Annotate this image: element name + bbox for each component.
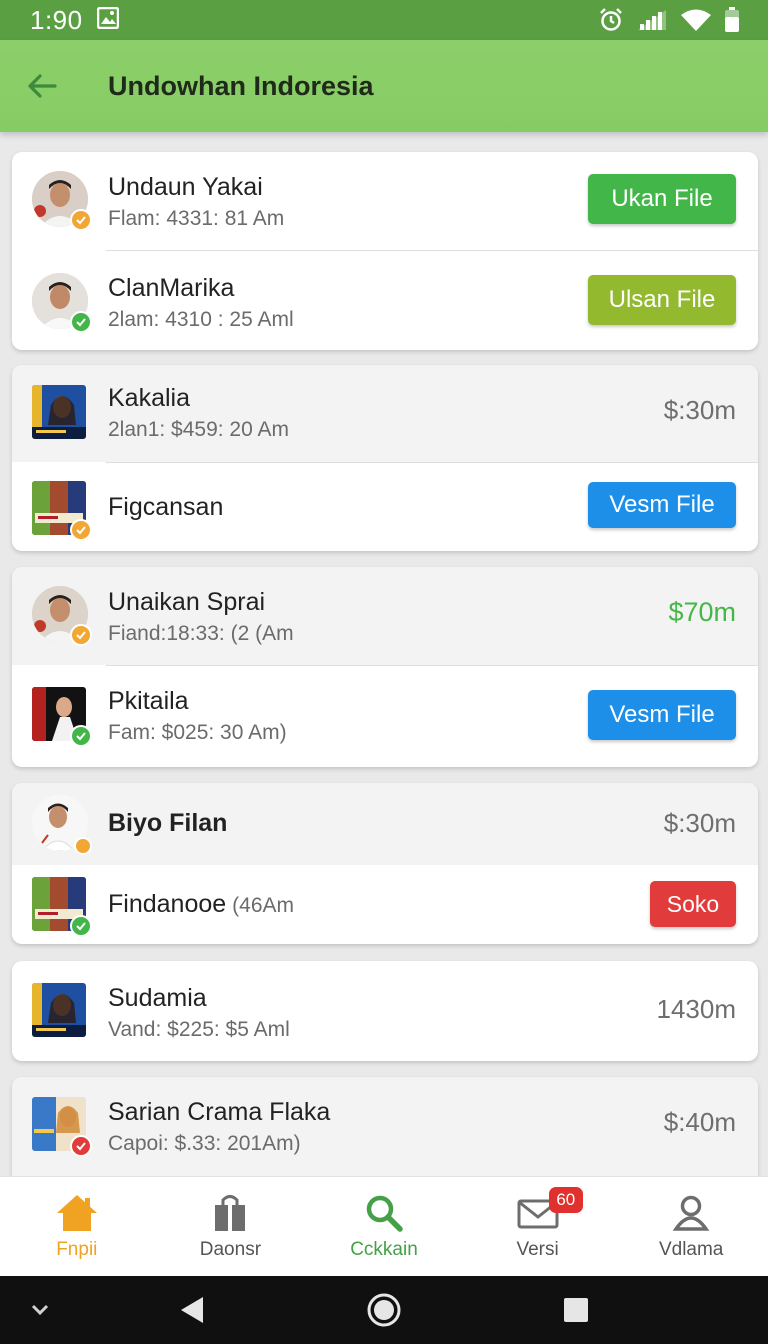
list-item[interactable]: Sarian Crama Flaka Capoi: $.33: 201Am) $… bbox=[12, 1077, 758, 1176]
avatar bbox=[32, 273, 92, 333]
nav-item-search[interactable]: Cckkain bbox=[307, 1177, 461, 1276]
back-arrow-icon bbox=[28, 74, 57, 98]
system-back-button[interactable] bbox=[170, 1276, 214, 1344]
user-icon bbox=[672, 1195, 710, 1231]
status-badge bbox=[70, 311, 92, 333]
item-subtitle: 2lam: 4310 : 25 Aml bbox=[108, 308, 294, 331]
alarm-icon bbox=[598, 7, 624, 33]
home-icon bbox=[56, 1195, 97, 1231]
item-subtitle: Fam: $025: 30 Am) bbox=[108, 721, 287, 744]
list-card: Undaun Yakai Flam: 4331: 81 Am Ukan File… bbox=[12, 152, 758, 350]
triangle-back-icon bbox=[181, 1297, 203, 1323]
item-price: $:40m bbox=[663, 1107, 736, 1137]
item-price: $:30m bbox=[663, 395, 736, 425]
file-list[interactable]: Undaun Yakai Flam: 4331: 81 Am Ukan File… bbox=[0, 132, 768, 1176]
back-button[interactable] bbox=[0, 40, 84, 132]
nav-label: Vdlama bbox=[658, 1239, 724, 1260]
status-time: 1:90 bbox=[30, 4, 83, 35]
item-price: 1430m bbox=[656, 994, 737, 1024]
item-name: Sarian Crama Flaka bbox=[108, 1098, 331, 1126]
status-badge bbox=[70, 1135, 92, 1157]
system-navigation-bar bbox=[0, 1276, 768, 1344]
movie-poster bbox=[32, 983, 88, 1039]
movie-poster bbox=[32, 481, 92, 541]
avatar bbox=[32, 586, 92, 646]
collapse-button[interactable] bbox=[22, 1276, 58, 1344]
nav-item-versi[interactable]: Versi 60 bbox=[461, 1177, 615, 1276]
list-card: Biyo Filan $:30m Findanooe (46Am Soko bbox=[12, 783, 758, 944]
list-item[interactable]: Sudamia Vand: $225: $5 Aml 1430m bbox=[12, 961, 758, 1061]
list-card: Unaikan Sprai Fiand:18:33: (2 (Am $70m P… bbox=[12, 567, 758, 767]
movie-poster bbox=[32, 877, 92, 937]
list-item[interactable]: Figcansan Vesm File bbox=[12, 463, 758, 551]
square-recents-icon bbox=[564, 1298, 588, 1322]
notification-badge: 60 bbox=[548, 1187, 583, 1213]
item-price: $70m bbox=[668, 597, 736, 627]
status-badge bbox=[70, 915, 92, 937]
item-name: Pkitaila bbox=[108, 687, 189, 715]
item-subtitle: 2lan1: $459: 20 Am bbox=[108, 418, 289, 441]
list-item[interactable]: Unaikan Sprai Fiand:18:33: (2 (Am $70m bbox=[12, 567, 758, 665]
nav-item-profile[interactable]: Vdlama bbox=[614, 1177, 768, 1276]
nav-label: Fnpii bbox=[56, 1239, 98, 1260]
list-item[interactable]: Pkitaila Fam: $025: 30 Am) Vesm File bbox=[12, 666, 758, 767]
item-name: Figcansan bbox=[108, 493, 224, 521]
nav-item-home[interactable]: Fnpii bbox=[0, 1177, 154, 1276]
nav-label: Versi bbox=[516, 1239, 559, 1260]
system-home-button[interactable] bbox=[362, 1276, 406, 1344]
app-bar: Undowhan Indoresia bbox=[0, 40, 768, 132]
list-item[interactable]: Findanooe (46Am Soko bbox=[12, 865, 758, 944]
file-button[interactable]: Vesm File bbox=[588, 690, 736, 740]
movie-poster bbox=[32, 687, 92, 747]
item-subtitle: Flam: 4331: 81 Am bbox=[108, 207, 285, 230]
status-badge bbox=[70, 519, 92, 541]
file-button[interactable]: Ukan File bbox=[588, 174, 736, 224]
list-item[interactable]: ClanMarika 2lam: 4310 : 25 Aml Ulsan Fil… bbox=[12, 251, 758, 350]
battery-icon bbox=[724, 7, 740, 33]
status-badge bbox=[70, 209, 92, 231]
item-subtitle: (46Am bbox=[232, 894, 295, 917]
item-subtitle: Capoi: $.33: 201Am) bbox=[108, 1132, 301, 1155]
status-bar: 1:90 bbox=[0, 0, 768, 40]
status-dot bbox=[74, 837, 92, 855]
status-badge bbox=[70, 624, 92, 646]
list-card: Kakalia 2lan1: $459: 20 Am $:30m Figcans… bbox=[12, 365, 758, 551]
movie-poster bbox=[32, 385, 88, 441]
cell-signal-icon bbox=[636, 8, 668, 32]
bottom-navigation: Fnpii Daonsr Cckkain Versi 60 Vdlama bbox=[0, 1176, 768, 1276]
wifi-icon bbox=[680, 8, 712, 32]
list-item[interactable]: Kakalia 2lan1: $459: 20 Am $:30m bbox=[12, 365, 758, 462]
list-card: Sudamia Vand: $225: $5 Aml 1430m bbox=[12, 961, 758, 1061]
status-badge bbox=[70, 725, 92, 747]
item-subtitle: Fiand:18:33: (2 (Am bbox=[108, 622, 294, 645]
page-title: Undowhan Indoresia bbox=[108, 70, 374, 101]
soko-button[interactable]: Soko bbox=[650, 881, 736, 927]
search-icon bbox=[366, 1195, 403, 1232]
movie-poster bbox=[32, 1097, 92, 1157]
avatar bbox=[32, 171, 92, 231]
item-name: Findanooe bbox=[108, 890, 227, 918]
avatar bbox=[32, 795, 92, 855]
gift-bag-icon bbox=[215, 1195, 246, 1231]
file-button[interactable]: Vesm File bbox=[588, 482, 736, 528]
item-subtitle: Vand: $225: $5 Aml bbox=[108, 1018, 290, 1041]
item-name: Unaikan Sprai bbox=[108, 588, 266, 616]
file-button[interactable]: Ulsan File bbox=[588, 275, 736, 325]
chevron-down-icon bbox=[31, 1304, 49, 1316]
list-item[interactable]: Biyo Filan $:30m bbox=[12, 783, 758, 865]
gallery-icon bbox=[96, 6, 119, 34]
item-price: $:30m bbox=[663, 808, 736, 838]
item-name: Undaun Yakai bbox=[108, 173, 263, 201]
item-name: Biyo Filan bbox=[108, 809, 228, 837]
item-name: ClanMarika bbox=[108, 274, 235, 302]
circle-home-icon bbox=[367, 1293, 401, 1327]
system-recents-button[interactable] bbox=[554, 1276, 598, 1344]
list-item[interactable]: Undaun Yakai Flam: 4331: 81 Am Ukan File bbox=[12, 152, 758, 250]
item-name: Kakalia bbox=[108, 384, 190, 412]
nav-label: Cckkain bbox=[350, 1239, 418, 1260]
nav-item-daonsr[interactable]: Daonsr bbox=[154, 1177, 308, 1276]
list-card: Sarian Crama Flaka Capoi: $.33: 201Am) $… bbox=[12, 1077, 758, 1176]
nav-label: Daonsr bbox=[199, 1239, 262, 1260]
item-name: Sudamia bbox=[108, 984, 207, 1012]
